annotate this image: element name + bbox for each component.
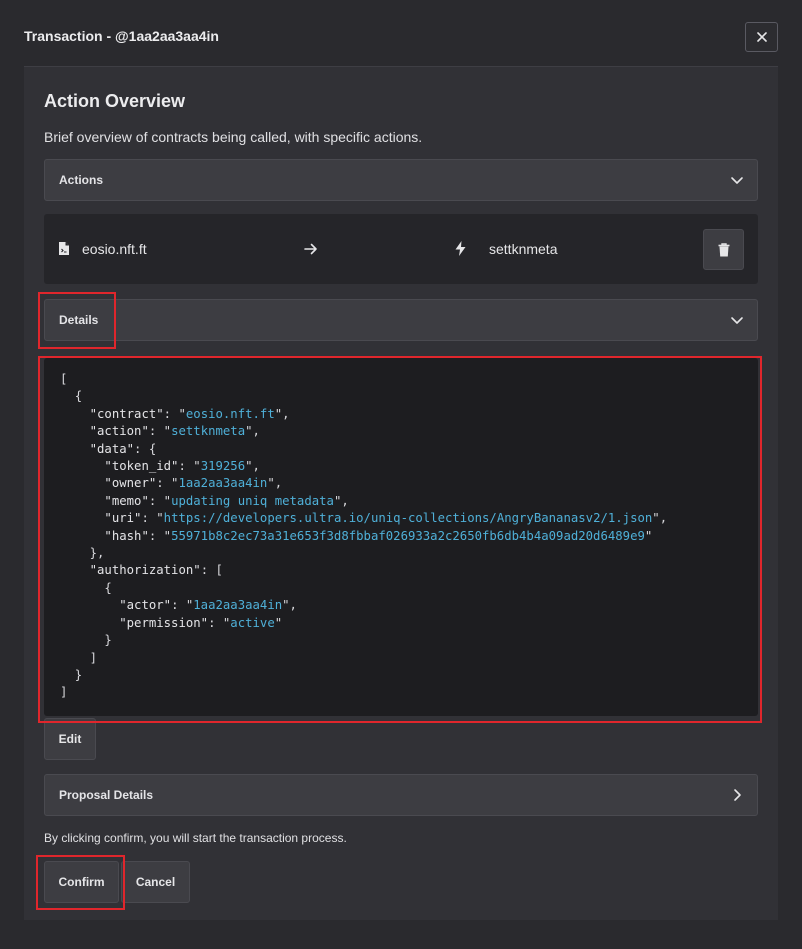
edit-button[interactable]: Edit bbox=[44, 718, 96, 760]
bolt-icon bbox=[455, 241, 466, 256]
actions-accordion-label: Actions bbox=[59, 173, 104, 187]
modal-header: Transaction - @1aa2aa3aa4in bbox=[24, 0, 778, 67]
cancel-button[interactable]: Cancel bbox=[121, 861, 190, 903]
proposal-details-label: Proposal Details bbox=[59, 788, 154, 802]
chevron-down-icon bbox=[731, 317, 743, 324]
json-hash: 55971b8c2ec73a31e653f3d8fbbaf026933a2c26… bbox=[171, 528, 645, 543]
confirm-button[interactable]: Confirm bbox=[44, 861, 119, 903]
json-actor: 1aa2aa3aa4in bbox=[193, 598, 283, 613]
confirm-note: By clicking confirm, you will start the … bbox=[44, 831, 347, 845]
action-row: eosio.nft.ft settknmeta bbox=[44, 214, 758, 284]
file-icon bbox=[59, 242, 69, 255]
close-icon bbox=[756, 32, 767, 42]
modal-title: Transaction - @1aa2aa3aa4in bbox=[24, 28, 219, 44]
section-subtitle: Brief overview of contracts being called… bbox=[44, 129, 423, 145]
json-token-id: 319256 bbox=[200, 459, 246, 474]
action-name: settknmeta bbox=[489, 241, 558, 257]
json-permission: active bbox=[230, 615, 275, 630]
transaction-modal: Transaction - @1aa2aa3aa4in Action Overv… bbox=[0, 0, 802, 949]
close-button[interactable] bbox=[745, 22, 778, 52]
json-contract: eosio.nft.ft bbox=[185, 406, 275, 421]
delete-action-button[interactable] bbox=[703, 229, 744, 270]
chevron-right-icon bbox=[734, 789, 741, 801]
details-accordion-label: Details bbox=[59, 313, 99, 327]
action-overview-panel: Action Overview Brief overview of contra… bbox=[24, 67, 778, 920]
proposal-details-accordion[interactable]: Proposal Details bbox=[44, 774, 758, 816]
arrow-right-icon bbox=[304, 243, 317, 255]
details-json-code: [ { "contract": "eosio.nft.ft", "action"… bbox=[44, 358, 758, 716]
json-action: settknmeta bbox=[171, 424, 246, 439]
trash-icon bbox=[718, 242, 729, 256]
section-title: Action Overview bbox=[44, 91, 186, 111]
action-contract: eosio.nft.ft bbox=[82, 241, 147, 257]
actions-accordion[interactable]: Actions bbox=[44, 159, 758, 201]
json-owner: 1aa2aa3aa4in bbox=[178, 476, 268, 491]
json-uri: https://developers.ultra.io/uniq-collect… bbox=[163, 511, 653, 526]
details-accordion[interactable]: Details bbox=[44, 299, 758, 341]
chevron-down-icon bbox=[731, 177, 743, 184]
json-memo: updating uniq metadata bbox=[171, 493, 334, 508]
